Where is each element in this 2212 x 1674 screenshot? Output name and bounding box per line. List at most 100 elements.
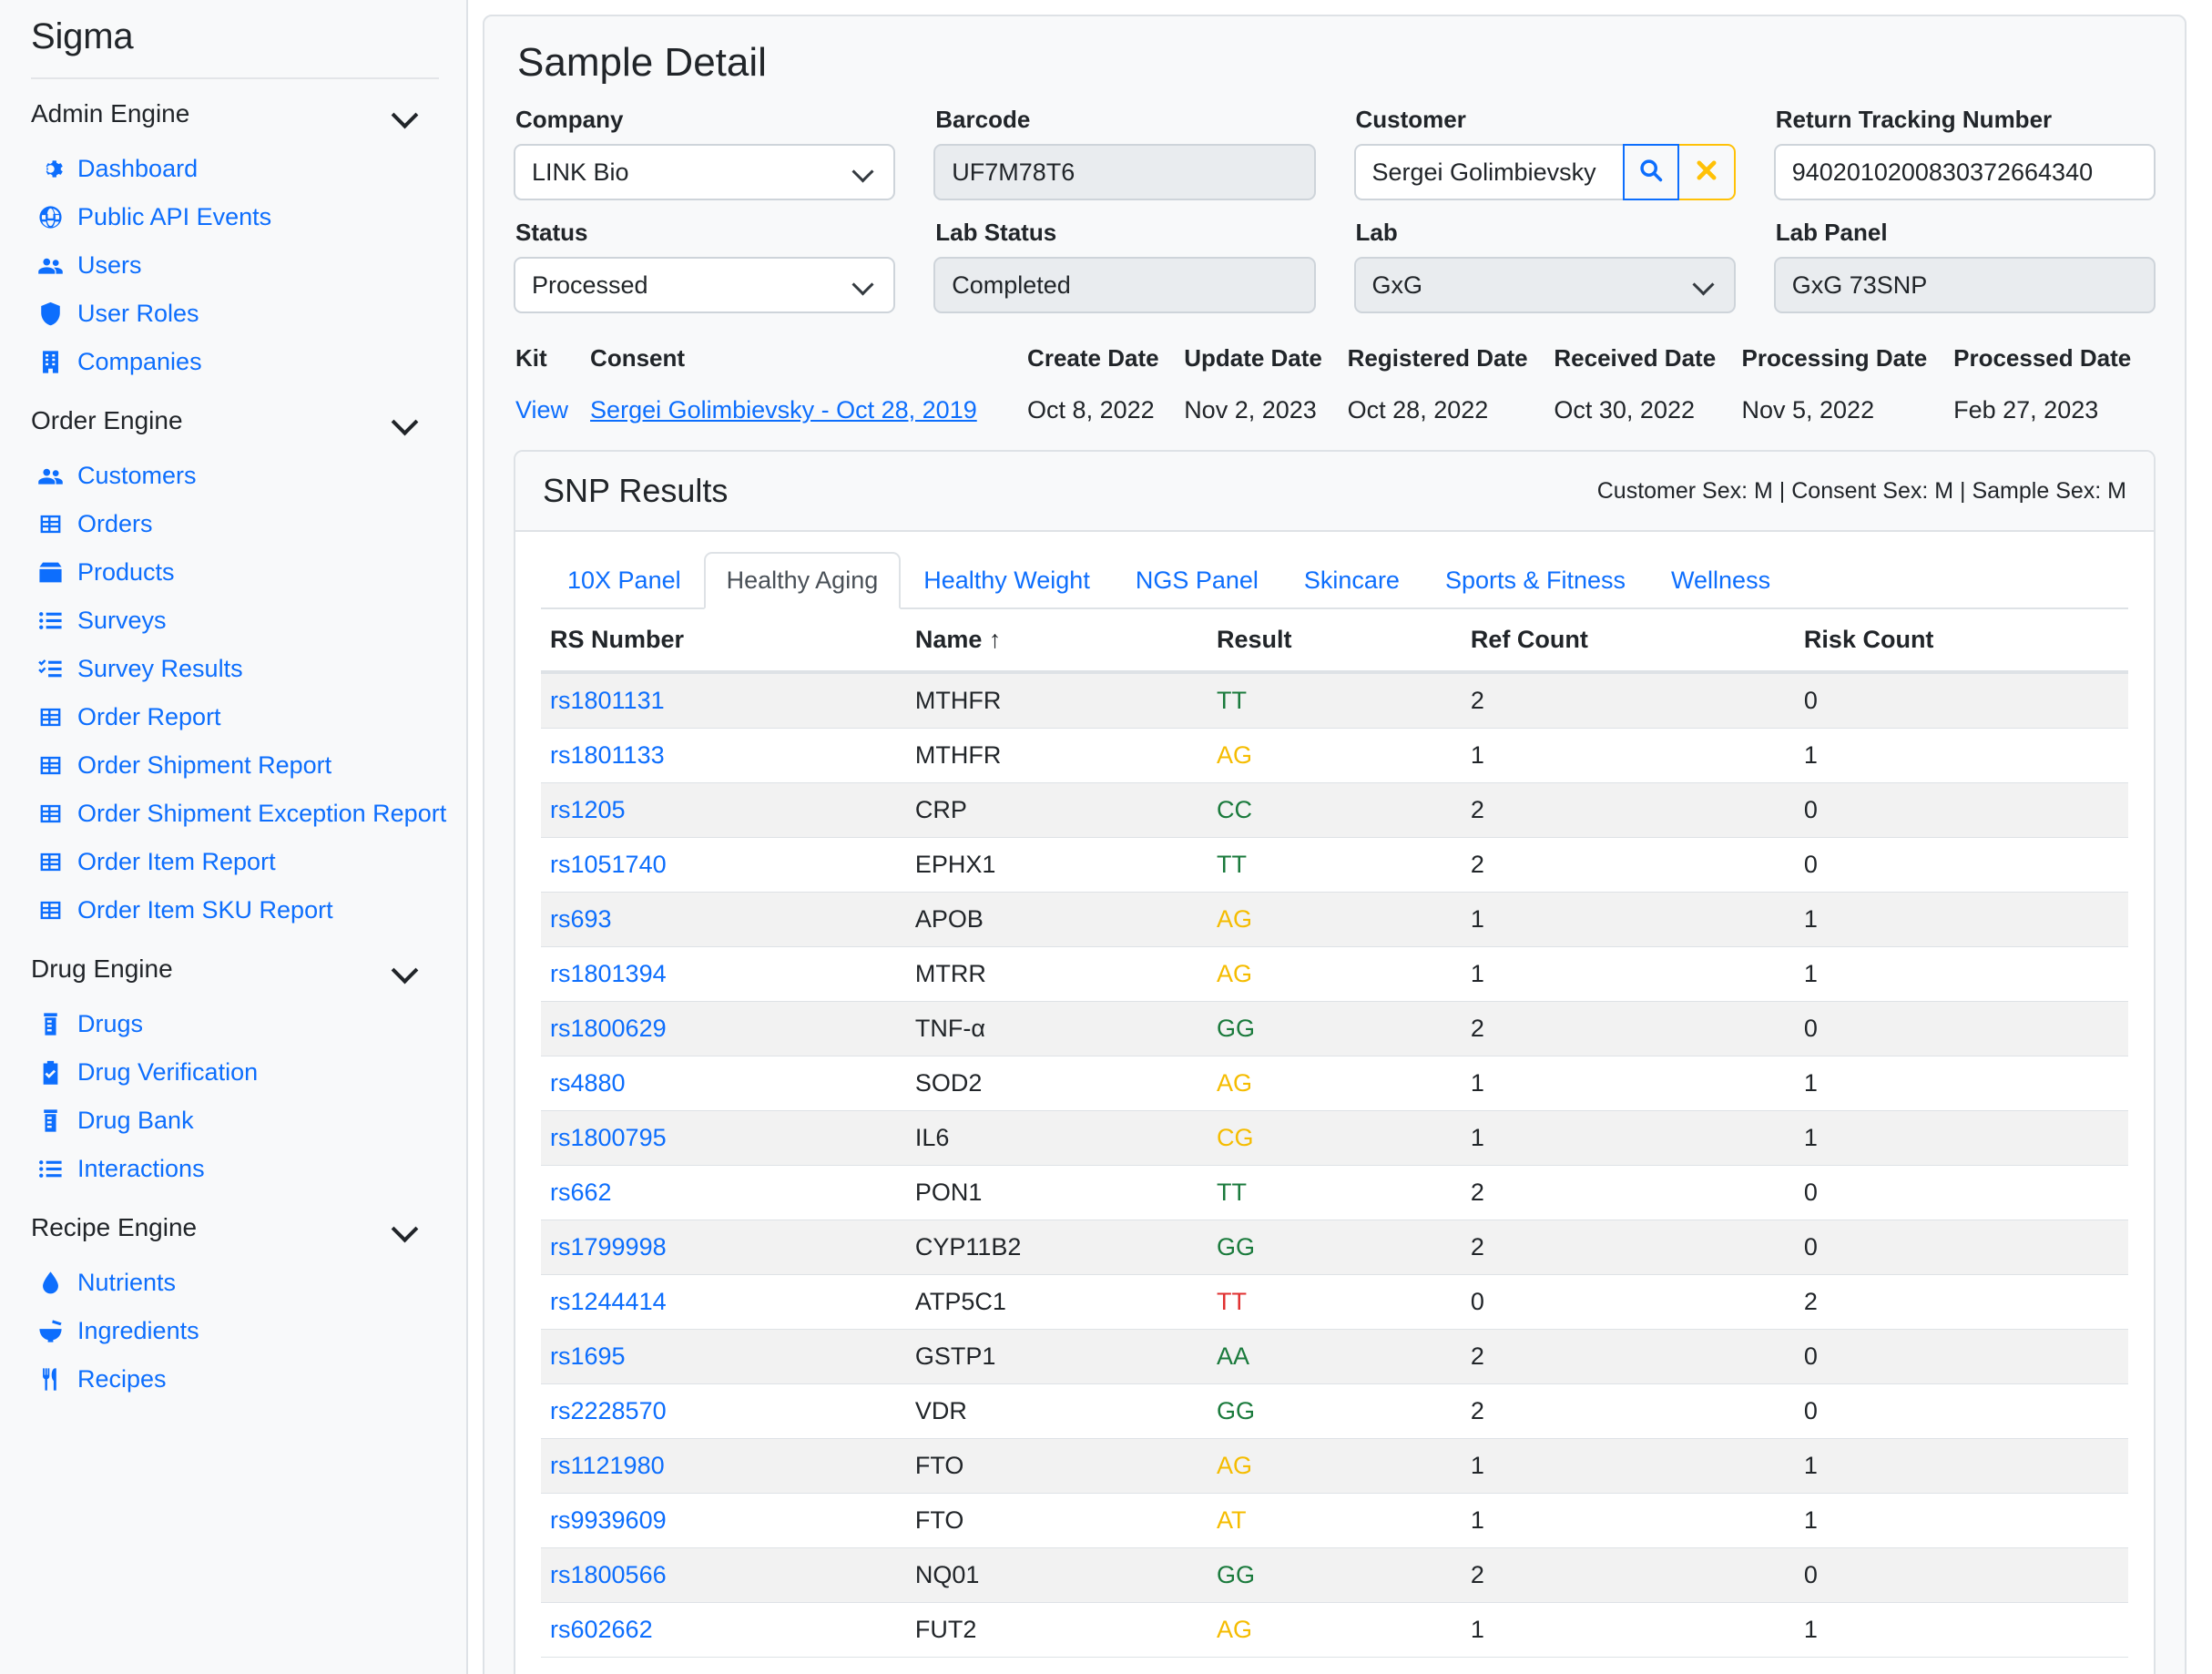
sidebar-item-label: Drugs: [77, 1010, 144, 1037]
rs-number-link[interactable]: rs1801394: [550, 960, 667, 987]
sidebar: Sigma Admin Engine Dashboard Public API Ev…: [0, 0, 468, 1674]
result-genotype: AG: [1217, 1452, 1253, 1479]
sidebar-item-products[interactable]: Products: [0, 548, 466, 597]
sidebar-item-recipes[interactable]: Recipes: [0, 1355, 466, 1404]
meta-kit-cell: View: [514, 396, 588, 428]
sidebar-item-label: Order Item SKU Report: [77, 896, 333, 924]
sidebar-item-companies[interactable]: Companies: [0, 338, 466, 386]
sidebar-item-order-shipment-report[interactable]: Order Shipment Report: [0, 741, 466, 790]
sidebar-item-users[interactable]: Users: [0, 241, 466, 290]
rs-number-link[interactable]: rs602662: [550, 1616, 653, 1643]
sidebar-item-label: Dashboard: [77, 155, 199, 182]
rs-number-link[interactable]: rs1799998: [550, 1233, 667, 1261]
sidebar-section-drug-engine[interactable]: Drug Engine: [0, 934, 466, 1000]
sidebar-item-label: Surveys: [77, 607, 167, 634]
rs-number-link[interactable]: rs1800795: [550, 1124, 667, 1151]
cell-name: SOD2: [905, 1056, 1208, 1111]
table-row: rs1695 GSTP1 AA 2 0: [541, 1329, 2128, 1384]
rs-number-link[interactable]: rs1205: [550, 796, 626, 823]
cell-ref-count: 1: [1461, 1110, 1795, 1166]
form-row-1: Company LINK Bio Barcode UF7M78T6 Custom…: [514, 106, 2156, 219]
lab-select[interactable]: GxG: [1353, 257, 1736, 313]
sidebar-item-drug-bank[interactable]: Drug Bank: [0, 1097, 466, 1145]
customer-clear-button[interactable]: [1678, 144, 1736, 200]
customer-input[interactable]: Sergei Golimbievsky: [1353, 144, 1623, 200]
return-tracking-input[interactable]: 9402010200830372664340: [1773, 144, 2156, 200]
rs-number-link[interactable]: rs1801133: [550, 741, 665, 769]
tab-wellness[interactable]: Wellness: [1648, 552, 1793, 609]
snp-results-card: SNP Results Customer Sex: M | Consent Se…: [514, 450, 2156, 1674]
sidebar-section-recipe-engine[interactable]: Recipe Engine: [0, 1193, 466, 1259]
tab-ngs-panel[interactable]: NGS Panel: [1113, 552, 1281, 609]
cell-rs-number: rs1799998: [541, 1220, 906, 1275]
rs-number-link[interactable]: rs1800566: [550, 1561, 667, 1588]
sidebar-item-user-roles[interactable]: User Roles: [0, 290, 466, 338]
sidebar-item-drugs[interactable]: Drugs: [0, 1000, 466, 1048]
lab-panel-input[interactable]: GxG 73SNP: [1773, 257, 2156, 313]
cell-ref-count: 2: [1461, 1220, 1795, 1275]
sidebar-item-order-report[interactable]: Order Report: [0, 693, 466, 741]
tab-healthy-weight[interactable]: Healthy Weight: [901, 552, 1113, 609]
cell-result: GG: [1208, 1001, 1462, 1056]
lab-label: Lab: [1355, 219, 1398, 246]
globe-icon: [36, 204, 64, 231]
column-header-rs-number[interactable]: RS Number: [541, 609, 906, 674]
cell-ref-count: 2: [1461, 782, 1795, 838]
lab-status-input[interactable]: Completed: [933, 257, 1316, 313]
tab-10x-panel[interactable]: 10X Panel: [545, 552, 704, 609]
sidebar-item-dashboard[interactable]: Dashboard: [0, 145, 466, 193]
status-select[interactable]: Processed: [514, 257, 896, 313]
barcode-input[interactable]: UF7M78T6: [933, 144, 1316, 200]
tab-sports-fitness[interactable]: Sports & Fitness: [1422, 552, 1648, 609]
table-row: rs602662 FUT2 AG 1 1: [541, 1602, 2128, 1658]
sidebar-item-order-item-report[interactable]: Order Item Report: [0, 838, 466, 886]
column-header-risk-count[interactable]: Risk Count: [1794, 609, 2128, 674]
rs-number-link[interactable]: rs9939609: [550, 1506, 667, 1534]
return-tracking-value: 9402010200830372664340: [1791, 158, 2094, 186]
sidebar-item-order-item-sku-report[interactable]: Order Item SKU Report: [0, 886, 466, 934]
meta-header-row: Kit Consent Create Date Update Date Regi…: [514, 341, 2156, 396]
rs-number-link[interactable]: rs4880: [550, 1069, 626, 1097]
rs-number-link[interactable]: rs1121980: [550, 1452, 665, 1479]
column-header-name[interactable]: Name ↑: [905, 609, 1208, 674]
droplet-icon: [36, 1270, 64, 1297]
rs-number-link[interactable]: rs1244414: [550, 1288, 667, 1315]
sidebar-item-customers[interactable]: Customers: [0, 452, 466, 500]
sidebar-item-ingredients[interactable]: Ingredients: [0, 1307, 466, 1355]
rs-number-link[interactable]: rs1801131: [550, 687, 665, 714]
cell-ref-count: 2: [1461, 1383, 1795, 1439]
tab-skincare[interactable]: Skincare: [1281, 552, 1422, 609]
consent-link[interactable]: Sergei Golimbievsky - Oct 28, 2019: [590, 396, 977, 424]
result-genotype: GG: [1217, 1397, 1256, 1424]
table-row: rs4880 SOD2 AG 1 1: [541, 1056, 2128, 1111]
sidebar-item-interactions[interactable]: Interactions: [0, 1145, 466, 1193]
company-select[interactable]: LINK Bio: [514, 144, 896, 200]
sidebar-item-survey-results[interactable]: Survey Results: [0, 645, 466, 693]
sidebar-item-order-shipment-exception-report[interactable]: Order Shipment Exception Report: [0, 790, 466, 838]
column-header-ref-count[interactable]: Ref Count: [1461, 609, 1795, 674]
sidebar-section-order-engine[interactable]: Order Engine: [0, 386, 466, 452]
sidebar-item-drug-verification[interactable]: Drug Verification: [0, 1048, 466, 1097]
tab-healthy-aging[interactable]: Healthy Aging: [703, 552, 902, 609]
rs-number-link[interactable]: rs2228570: [550, 1397, 667, 1424]
kit-view-link[interactable]: View: [515, 396, 568, 424]
rs-number-link[interactable]: rs1695: [550, 1342, 626, 1370]
sidebar-item-nutrients[interactable]: Nutrients: [0, 1259, 466, 1307]
sidebar-item-orders[interactable]: Orders: [0, 500, 466, 548]
cell-result: GG: [1208, 1383, 1462, 1439]
sidebar-sections: Admin Engine Dashboard Public API Events Us…: [0, 79, 466, 1404]
sidebar-section-admin-engine[interactable]: Admin Engine: [0, 79, 466, 145]
rs-number-link[interactable]: rs662: [550, 1179, 612, 1206]
rs-number-link[interactable]: rs1800629: [550, 1015, 667, 1042]
customer-search-button[interactable]: [1622, 144, 1679, 200]
sidebar-item-label: Companies: [77, 348, 202, 375]
cell-ref-count: 1: [1461, 1493, 1795, 1548]
rs-number-link[interactable]: rs693: [550, 905, 612, 933]
table-footer-spacer: [541, 1657, 2128, 1674]
cell-ref-count: 2: [1461, 1001, 1795, 1056]
sidebar-item-surveys[interactable]: Surveys: [0, 597, 466, 645]
rs-number-link[interactable]: rs1051740: [550, 851, 667, 878]
barcode-field: Barcode UF7M78T6: [933, 106, 1316, 200]
sidebar-item-public-api-events[interactable]: Public API Events: [0, 193, 466, 241]
column-header-result[interactable]: Result: [1208, 609, 1462, 674]
